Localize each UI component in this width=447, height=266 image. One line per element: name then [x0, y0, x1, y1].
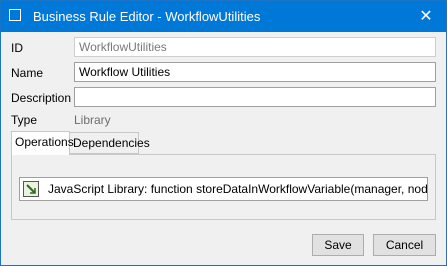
type-value: Library [74, 113, 111, 127]
tab-operations[interactable]: Operations [11, 131, 74, 155]
name-label: Name [11, 66, 44, 80]
list-item[interactable]: JavaScript Library: function storeDataIn… [19, 177, 428, 201]
id-field: WorkflowUtilities [74, 37, 436, 57]
title-bar[interactable]: Business Rule Editor - WorkflowUtilities… [1, 1, 446, 32]
save-button[interactable]: Save [312, 234, 364, 256]
id-label: ID [11, 41, 23, 55]
business-rule-editor-window: Business Rule Editor - WorkflowUtilities… [0, 0, 447, 266]
list-item-text: JavaScript Library: function storeDataIn… [48, 182, 428, 196]
cancel-button[interactable]: Cancel [373, 234, 436, 256]
javascript-library-icon [23, 181, 39, 197]
name-field[interactable]: Workflow Utilities [74, 62, 436, 82]
window-icon [9, 9, 21, 21]
window-title: Business Rule Editor - WorkflowUtilities [33, 9, 261, 24]
tab-dependencies[interactable]: Dependencies [69, 132, 150, 154]
close-button[interactable]: ✕ [406, 1, 446, 32]
description-label: Description [11, 91, 72, 105]
description-field[interactable] [74, 87, 436, 107]
type-label: Type [11, 113, 38, 127]
